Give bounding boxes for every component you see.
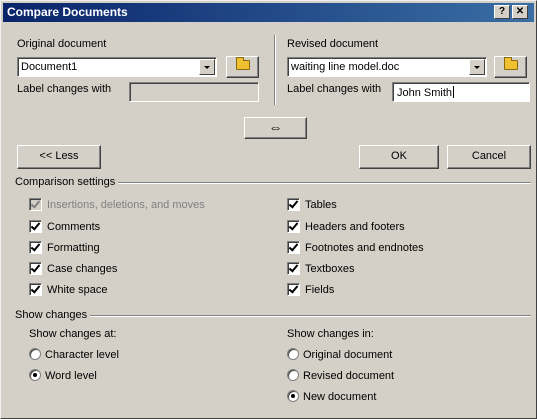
checkbox-box[interactable] [287, 262, 300, 275]
checkbox-label: Insertions, deletions, and moves [47, 199, 205, 211]
radio-label: Character level [45, 349, 119, 361]
show-changes-heading: Show changes [15, 309, 91, 321]
radio-revised-document[interactable]: Revised document [287, 369, 394, 383]
radio-label: Original document [303, 349, 393, 361]
checkbox-label: White space [47, 284, 108, 296]
revised-document-value: waiting line model.doc [291, 61, 400, 73]
radio-dot[interactable] [29, 348, 41, 360]
help-icon: ? [498, 6, 506, 17]
title-bar: Compare Documents ? ✕ [3, 3, 534, 22]
checkbox-label: Fields [305, 284, 335, 296]
help-button[interactable]: ? [494, 5, 510, 19]
checkbox-headers-footers[interactable]: Headers and footers [287, 220, 405, 234]
less-button-label: << Less [39, 150, 79, 162]
checkbox-label: Footnotes and endnotes [305, 242, 424, 254]
radio-dot[interactable] [287, 369, 299, 381]
revised-label-changes-value: John Smith [397, 87, 453, 99]
chevron-down-icon[interactable] [199, 59, 215, 75]
less-button[interactable]: << Less [17, 145, 101, 169]
checkbox-insertions-deletions-moves: Insertions, deletions, and moves [29, 198, 205, 212]
revised-document-label: Revised document [287, 38, 379, 50]
browse-revised-button[interactable] [494, 56, 527, 78]
original-document-dropdown[interactable]: Document1 [17, 57, 217, 77]
radio-new-document[interactable]: New document [287, 390, 376, 404]
browse-original-button[interactable] [226, 56, 259, 78]
checkbox-white-space[interactable]: White space [29, 283, 108, 297]
radio-label: Word level [45, 370, 97, 382]
checkbox-label: Formatting [47, 242, 100, 254]
comparison-settings-heading: Comparison settings [15, 176, 119, 188]
folder-open-icon [504, 57, 518, 70]
revised-label-changes-label: Label changes with [287, 83, 382, 95]
original-document-label: Original document [17, 38, 107, 50]
radio-dot[interactable] [29, 369, 41, 381]
cancel-button[interactable]: Cancel [447, 145, 531, 169]
close-button[interactable]: ✕ [512, 5, 528, 19]
text-caret [453, 86, 455, 98]
checkbox-box[interactable] [287, 198, 300, 211]
chevron-down-icon[interactable] [469, 59, 485, 75]
checkbox-formatting[interactable]: Formatting [29, 241, 100, 255]
show-changes-in-label: Show changes in: [287, 328, 374, 340]
swap-documents-button[interactable]: ⇔ [244, 117, 307, 139]
checkbox-textboxes[interactable]: Textboxes [287, 262, 355, 276]
radio-original-document[interactable]: Original document [287, 348, 392, 362]
checkbox-label: Comments [47, 221, 101, 233]
checkbox-box[interactable] [29, 220, 42, 233]
radio-dot[interactable] [287, 348, 299, 360]
close-icon: ✕ [515, 6, 525, 17]
radio-label: Revised document [303, 370, 395, 382]
checkbox-label: Tables [305, 199, 337, 211]
show-changes-divider [17, 315, 531, 317]
original-label-changes-label: Label changes with [17, 83, 112, 95]
checkbox-fields[interactable]: Fields [287, 283, 334, 297]
revised-document-dropdown[interactable]: waiting line model.doc [287, 57, 487, 77]
show-changes-at-label: Show changes at: [29, 328, 117, 340]
checkbox-box[interactable] [29, 241, 42, 254]
checkbox-footnotes-endnotes[interactable]: Footnotes and endnotes [287, 241, 424, 255]
checkbox-comments[interactable]: Comments [29, 220, 100, 234]
checkbox-label: Textboxes [305, 263, 355, 275]
swap-icon: ⇔ [268, 119, 283, 135]
radio-label: New document [303, 391, 377, 403]
radio-word-level[interactable]: Word level [29, 369, 97, 383]
checkbox-box[interactable] [29, 262, 42, 275]
checkbox-case-changes[interactable]: Case changes [29, 262, 117, 276]
ok-button-label: OK [391, 150, 407, 162]
checkbox-box[interactable] [287, 283, 300, 296]
checkbox-box [29, 198, 42, 211]
checkbox-box[interactable] [287, 220, 300, 233]
ok-button[interactable]: OK [359, 145, 439, 169]
radio-dot[interactable] [287, 390, 299, 402]
checkbox-box[interactable] [29, 283, 42, 296]
checkbox-label: Case changes [47, 263, 118, 275]
checkbox-label: Headers and footers [305, 221, 405, 233]
cancel-button-label: Cancel [471, 150, 507, 162]
original-label-changes-field [129, 82, 259, 102]
original-document-value: Document1 [21, 61, 78, 73]
radio-character-level[interactable]: Character level [29, 348, 119, 362]
checkbox-box[interactable] [287, 241, 300, 254]
compare-documents-dialog: Compare Documents ? ✕ Original document … [0, 0, 537, 419]
vertical-divider [274, 35, 276, 105]
folder-open-icon [236, 57, 250, 70]
revised-label-changes-field[interactable]: John Smith [392, 82, 530, 102]
window-title: Compare Documents [7, 5, 128, 19]
checkbox-tables[interactable]: Tables [287, 198, 337, 212]
